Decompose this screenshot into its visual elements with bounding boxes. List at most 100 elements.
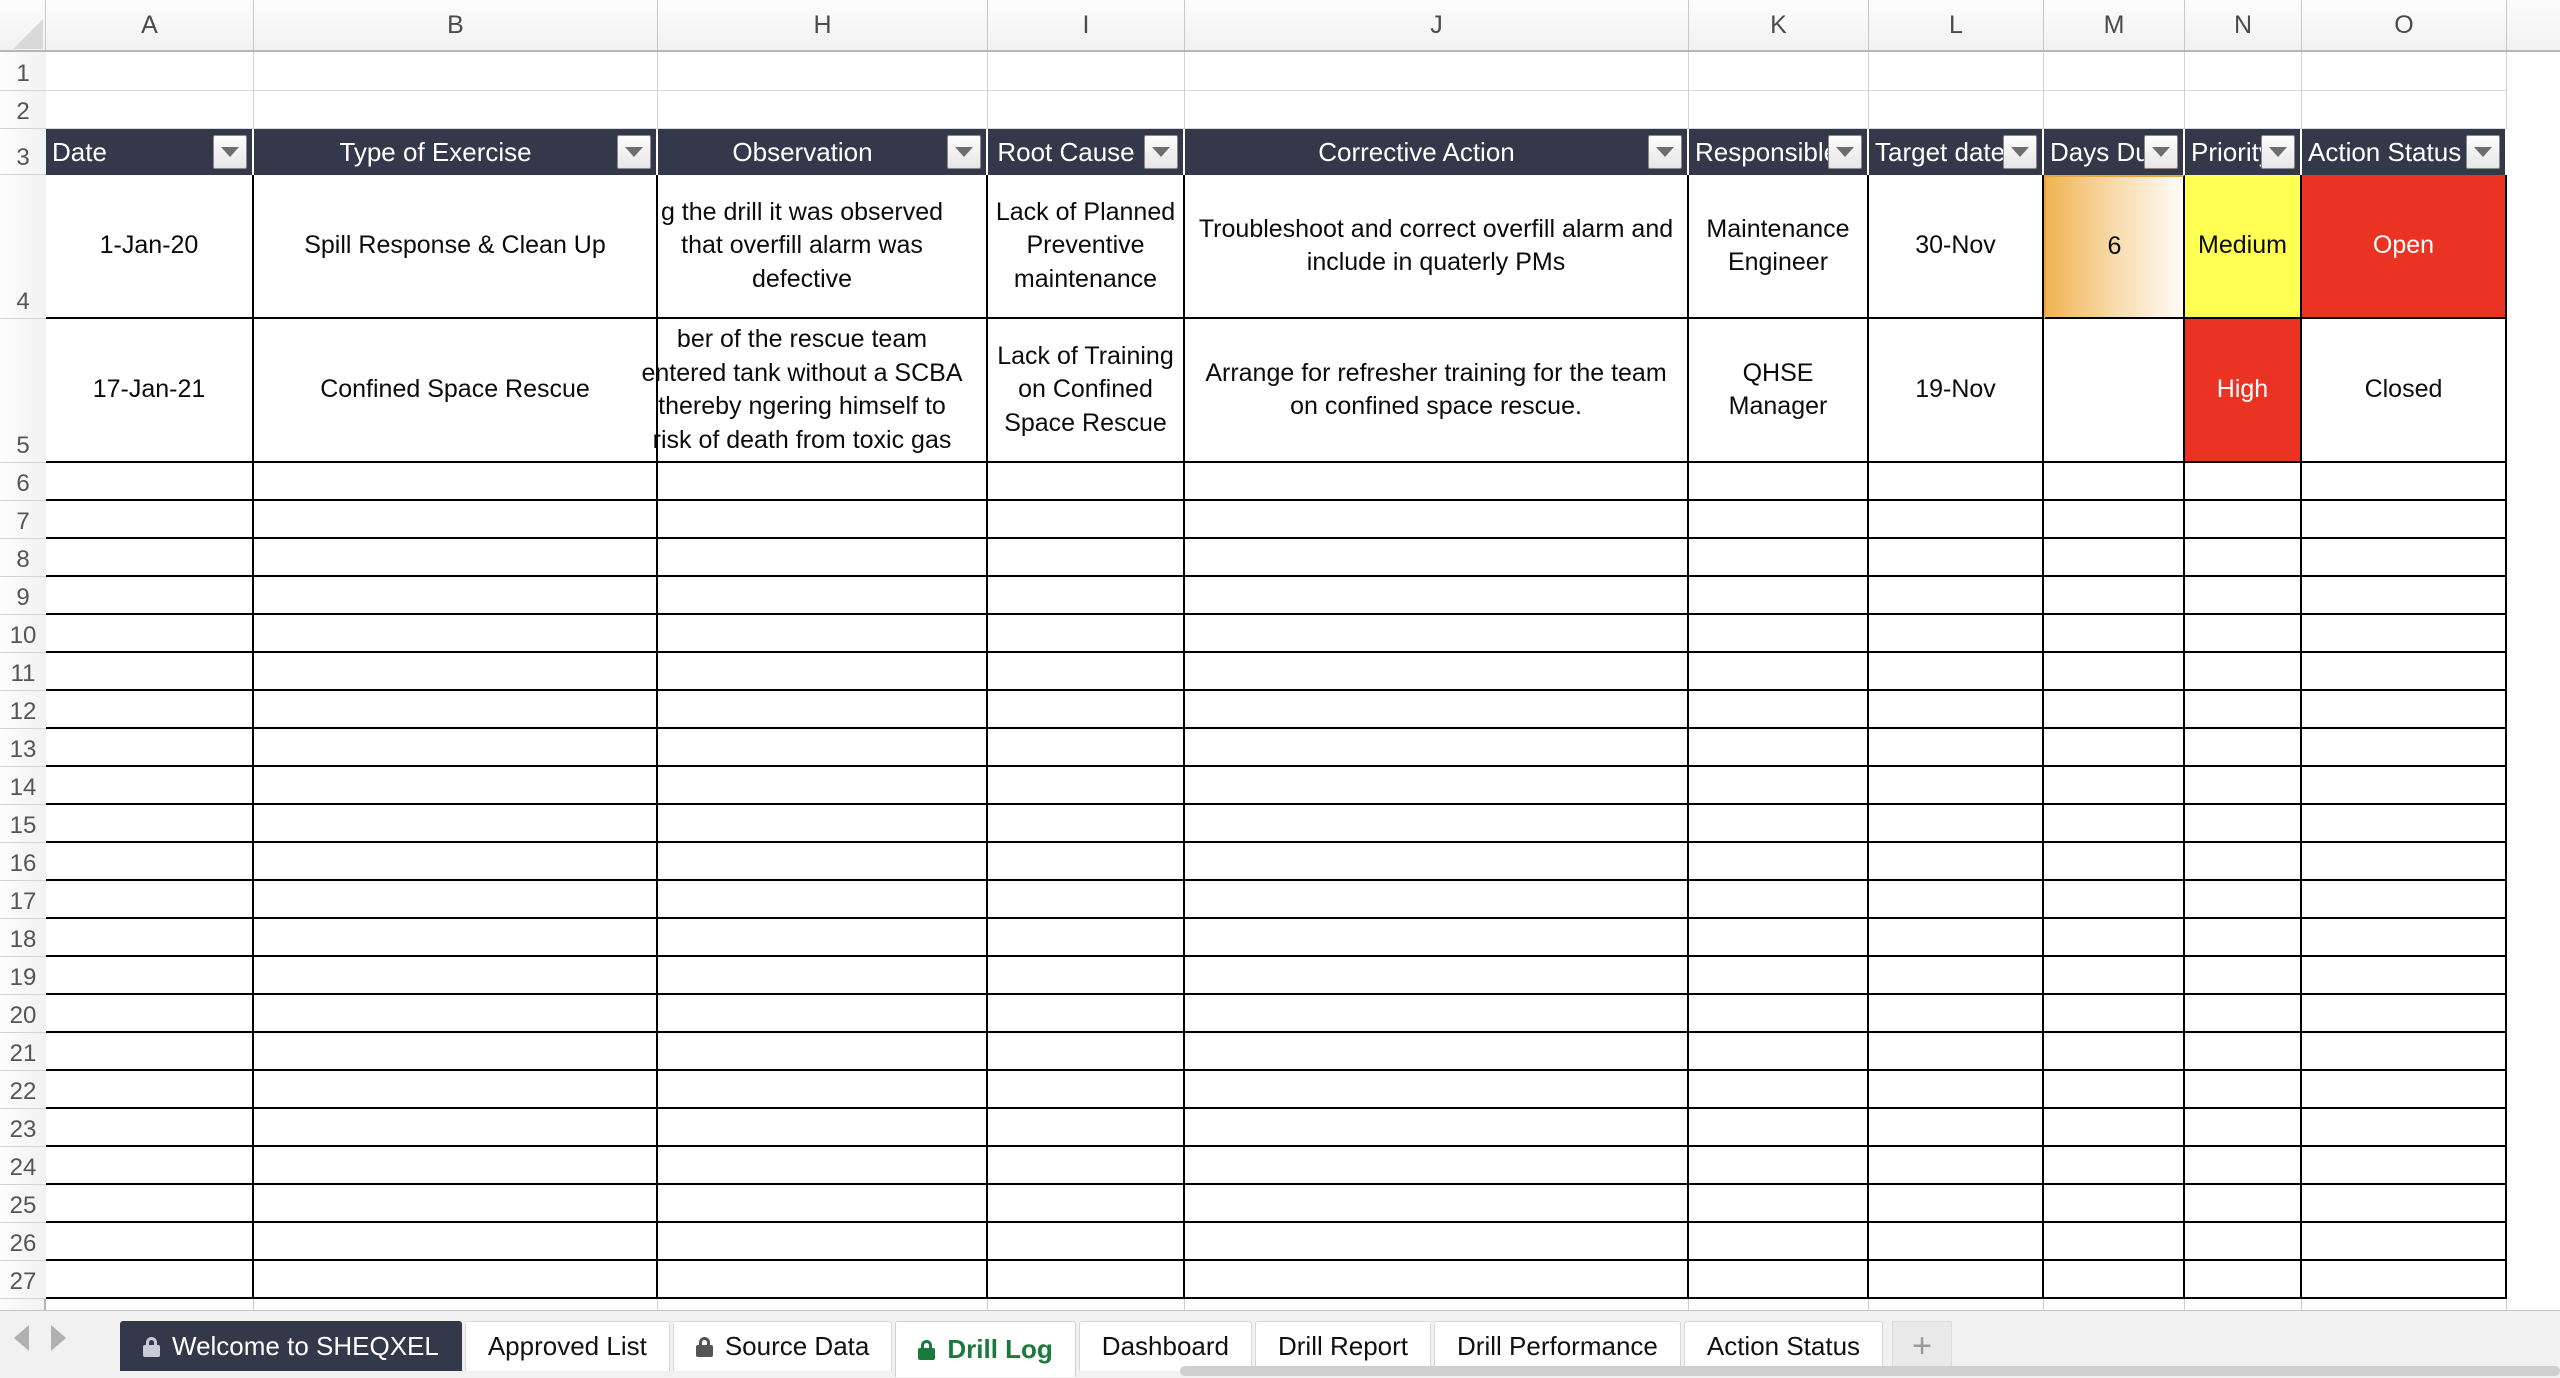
table-row[interactable]: [1185, 653, 1689, 691]
filter-dropdown-icon[interactable]: [2144, 135, 2178, 169]
table-row[interactable]: [2302, 1185, 2507, 1223]
row-header-14[interactable]: 14: [0, 767, 46, 805]
table-row[interactable]: [1869, 1185, 2044, 1223]
table-row[interactable]: [254, 1185, 658, 1223]
row-header-12[interactable]: 12: [0, 691, 46, 729]
sheet-tab-drill-log[interactable]: Drill Log: [895, 1321, 1076, 1377]
row-header-20[interactable]: 20: [0, 995, 46, 1033]
column-header-k[interactable]: K: [1689, 0, 1869, 50]
table-row[interactable]: [2185, 1223, 2302, 1261]
table-row[interactable]: [46, 1147, 254, 1185]
table-row[interactable]: [658, 881, 988, 919]
table-row[interactable]: [1869, 501, 2044, 539]
table-row[interactable]: [1185, 1185, 1689, 1223]
table-row[interactable]: [2302, 691, 2507, 729]
prev-sheet-arrow-icon[interactable]: [14, 1325, 29, 1351]
table-row[interactable]: [254, 1223, 658, 1261]
table-row[interactable]: [1185, 577, 1689, 615]
table-row[interactable]: [658, 1071, 988, 1109]
scrollbar-thumb[interactable]: [1180, 1366, 2560, 1376]
column-header-l[interactable]: L: [1869, 0, 2044, 50]
table-row[interactable]: [46, 1185, 254, 1223]
table-row[interactable]: [1185, 1071, 1689, 1109]
table-row[interactable]: [2185, 1147, 2302, 1185]
table-row[interactable]: [254, 1147, 658, 1185]
table-row[interactable]: [1869, 539, 2044, 577]
table-row[interactable]: [1869, 843, 2044, 881]
table-row[interactable]: [2044, 539, 2185, 577]
table-row[interactable]: [46, 1033, 254, 1071]
table-row[interactable]: [1689, 767, 1869, 805]
table-header-observation[interactable]: Observation: [658, 129, 988, 175]
filter-dropdown-icon[interactable]: [2466, 135, 2500, 169]
table-row[interactable]: [46, 615, 254, 653]
row-header-15[interactable]: 15: [0, 805, 46, 843]
table-row[interactable]: [658, 577, 988, 615]
table-row[interactable]: [254, 957, 658, 995]
table-row[interactable]: [658, 691, 988, 729]
table-row[interactable]: [1185, 767, 1689, 805]
row-header-7[interactable]: 7: [0, 501, 46, 539]
sheet-tab-drill-report[interactable]: Drill Report: [1255, 1321, 1432, 1371]
row-header-13[interactable]: 13: [0, 729, 46, 767]
table-row[interactable]: [1869, 691, 2044, 729]
table-row[interactable]: [2302, 1147, 2507, 1185]
table-row[interactable]: [1869, 729, 2044, 767]
table-row[interactable]: [46, 501, 254, 539]
row-header-5[interactable]: 5: [0, 319, 46, 463]
table-row[interactable]: [46, 691, 254, 729]
table-row[interactable]: [1689, 691, 1869, 729]
table-row[interactable]: [2044, 1147, 2185, 1185]
table-row[interactable]: [988, 805, 1185, 843]
cell-action_status-row2[interactable]: Closed: [2302, 319, 2507, 463]
column-header-o[interactable]: O: [2302, 0, 2507, 50]
row-header-2[interactable]: 2: [0, 91, 46, 129]
filter-dropdown-icon[interactable]: [2261, 135, 2295, 169]
cell-type_of_exercise-row2[interactable]: Confined Space Rescue: [254, 319, 658, 463]
select-all-corner[interactable]: [0, 0, 46, 50]
table-row[interactable]: [988, 767, 1185, 805]
table-row[interactable]: [254, 1261, 658, 1299]
table-row[interactable]: [2044, 1261, 2185, 1299]
table-row[interactable]: [2185, 995, 2302, 1033]
table-row[interactable]: [988, 919, 1185, 957]
cell-root_cause-row1[interactable]: Lack of Planned Preventive maintenance: [988, 175, 1185, 319]
table-row[interactable]: [2185, 767, 2302, 805]
table-row[interactable]: [1689, 995, 1869, 1033]
column-header-i[interactable]: I: [988, 0, 1185, 50]
table-row[interactable]: [46, 995, 254, 1033]
table-row[interactable]: [2185, 881, 2302, 919]
table-row[interactable]: [2044, 729, 2185, 767]
cell-corrective_action-row1[interactable]: Troubleshoot and correct overfill alarm …: [1185, 175, 1689, 319]
table-row[interactable]: [658, 729, 988, 767]
horizontal-scrollbar[interactable]: [1180, 1366, 2560, 1376]
column-header-a[interactable]: A: [46, 0, 254, 50]
table-row[interactable]: [1185, 1223, 1689, 1261]
table-row[interactable]: [2044, 957, 2185, 995]
table-row[interactable]: [1689, 805, 1869, 843]
table-row[interactable]: [2044, 501, 2185, 539]
table-row[interactable]: [2044, 919, 2185, 957]
cell-days_due-row2[interactable]: [2044, 319, 2185, 463]
table-row[interactable]: [988, 463, 1185, 501]
table-row[interactable]: [1689, 501, 1869, 539]
row-header-23[interactable]: 23: [0, 1109, 46, 1147]
table-row[interactable]: [2302, 615, 2507, 653]
table-row[interactable]: [1869, 919, 2044, 957]
table-row[interactable]: [254, 501, 658, 539]
table-row[interactable]: [1185, 919, 1689, 957]
table-row[interactable]: [254, 767, 658, 805]
table-row[interactable]: [2044, 615, 2185, 653]
table-row[interactable]: [2302, 957, 2507, 995]
table-row[interactable]: [2185, 1033, 2302, 1071]
table-row[interactable]: [2302, 843, 2507, 881]
table-row[interactable]: [658, 1033, 988, 1071]
table-row[interactable]: [46, 577, 254, 615]
table-row[interactable]: [658, 1223, 988, 1261]
table-row[interactable]: [1689, 881, 1869, 919]
table-row[interactable]: [1869, 995, 2044, 1033]
sheet-tab-welcome-to-sheqxel[interactable]: Welcome to SHEQXEL: [120, 1321, 462, 1371]
row-header-27[interactable]: 27: [0, 1261, 46, 1299]
table-row[interactable]: [2302, 463, 2507, 501]
table-row[interactable]: [46, 805, 254, 843]
